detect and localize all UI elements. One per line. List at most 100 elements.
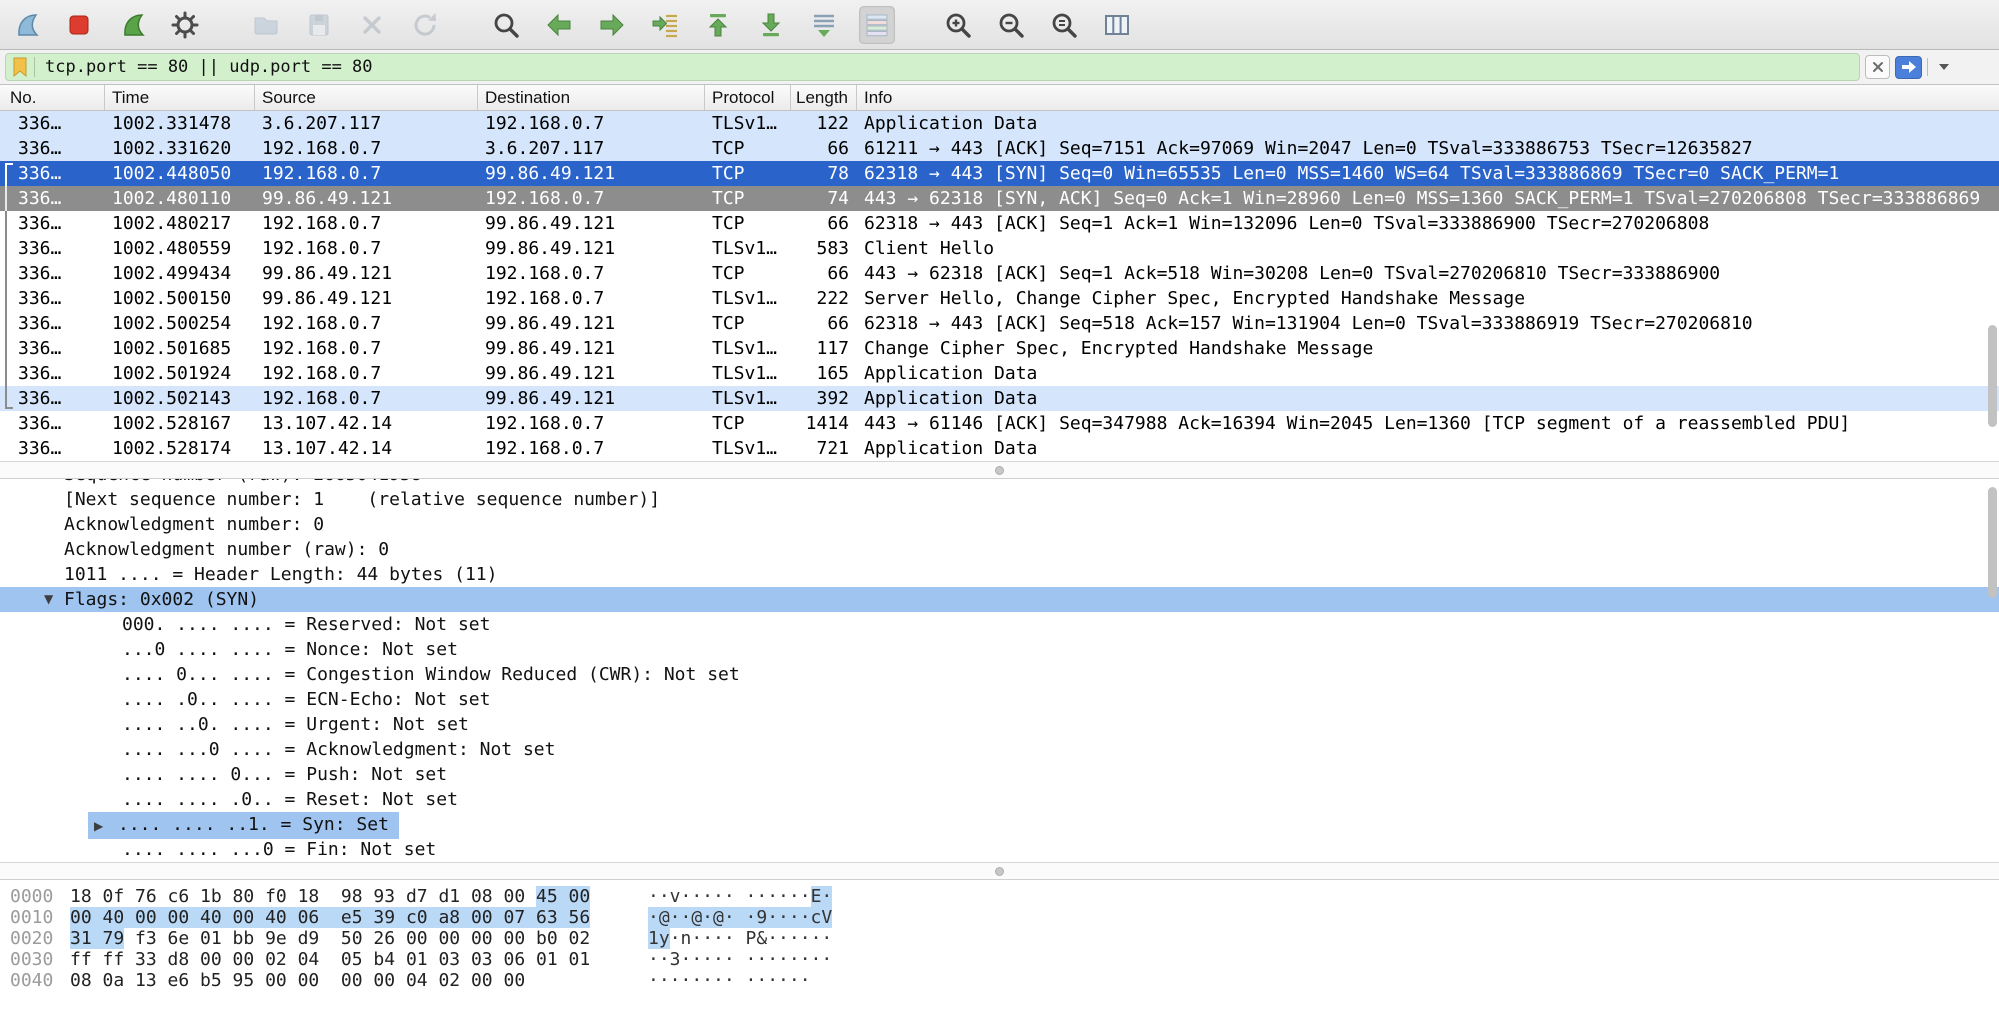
packet-row[interactable]: 336…1002.501685192.168.0.799.86.49.121TL… <box>0 336 1999 361</box>
pane-splitter-lower[interactable] <box>0 862 1999 880</box>
detail-row[interactable]: .... .... ...0 = Fin: Not set <box>0 837 1999 862</box>
detail-row[interactable]: 000. .... .... = Reserved: Not set <box>0 612 1999 637</box>
stop-icon <box>64 10 94 40</box>
zoom-out-icon <box>996 10 1026 40</box>
hex-row[interactable]: 002031 79 f3 6e 01 bb 9e d9 50 26 00 00 … <box>0 928 1999 949</box>
column-header-length[interactable]: Length <box>791 85 857 110</box>
packet-cell-time: 1002.331478 <box>105 111 255 136</box>
detail-row[interactable]: ▶.... .... ..1. = Syn: Set <box>0 812 1999 837</box>
packet-cell-no: 336… <box>0 136 105 161</box>
packet-row[interactable]: 336…1002.3314783.6.207.117192.168.0.7TLS… <box>0 111 1999 136</box>
packet-cell-no: 336… <box>0 311 105 336</box>
detail-row[interactable]: .... .0.. .... = ECN-Echo: Not set <box>0 687 1999 712</box>
packet-cell-destination: 99.86.49.121 <box>478 236 705 261</box>
zoom-original-button[interactable] <box>1046 6 1082 44</box>
open-file-button[interactable] <box>248 6 284 44</box>
hex-row[interactable]: 004008 0a 13 e6 b5 95 00 00 00 00 04 02 … <box>0 970 1999 991</box>
clear-x-icon <box>1871 60 1885 74</box>
packet-row[interactable]: 336…1002.480217192.168.0.799.86.49.121TC… <box>0 211 1999 236</box>
filter-apply-button[interactable] <box>1895 56 1922 79</box>
packet-cell-no: 336… <box>0 211 105 236</box>
packet-row[interactable]: 336…1002.501924192.168.0.799.86.49.121TL… <box>0 361 1999 386</box>
packet-cell-protocol: TCP <box>705 311 791 336</box>
detail-row[interactable]: .... .... .0.. = Reset: Not set <box>0 787 1999 812</box>
packet-row[interactable]: 336…1002.50015099.86.49.121192.168.0.7TL… <box>0 286 1999 311</box>
last-packet-button[interactable] <box>753 6 789 44</box>
packet-row[interactable]: 336…1002.448050192.168.0.799.86.49.121TC… <box>0 161 1999 186</box>
filter-clear-button[interactable] <box>1865 55 1890 79</box>
detail-row[interactable]: .... 0... .... = Congestion Window Reduc… <box>0 662 1999 687</box>
expander-icon[interactable]: ▼ <box>44 587 53 612</box>
hex-offset: 0000 <box>10 886 53 907</box>
packet-row[interactable]: 336…1002.52817413.107.42.14192.168.0.7TL… <box>0 436 1999 461</box>
pane-splitter-upper[interactable] <box>0 461 1999 479</box>
splitter-handle-icon <box>995 466 1004 475</box>
detail-text: 1011 .... = Header Length: 44 bytes (11) <box>64 564 497 585</box>
hex-row[interactable]: 0030ff ff 33 d8 00 00 02 04 05 b4 01 03 … <box>0 949 1999 970</box>
detail-text: .... .... 0... = Push: Not set <box>122 764 447 785</box>
detail-row[interactable]: ...0 .... .... = Nonce: Not set <box>0 637 1999 662</box>
detail-row[interactable]: Acknowledgment number: 0 <box>0 512 1999 537</box>
save-file-button[interactable] <box>301 6 337 44</box>
display-filter-input[interactable]: tcp.port == 80 || udp.port == 80 <box>5 53 1860 81</box>
restart-capture-button[interactable] <box>114 6 150 44</box>
packet-cell-destination: 99.86.49.121 <box>478 211 705 236</box>
packet-cell-time: 1002.501685 <box>105 336 255 361</box>
find-packet-button[interactable] <box>488 6 524 44</box>
packet-cell-time: 1002.331620 <box>105 136 255 161</box>
packet-cell-length: 74 <box>791 186 857 211</box>
detail-row[interactable]: ▼Flags: 0x002 (SYN) <box>0 587 1999 612</box>
filter-dropdown-button[interactable] <box>1933 55 1955 79</box>
zoom-in-button[interactable] <box>940 6 976 44</box>
packet-cell-source: 192.168.0.7 <box>255 211 478 236</box>
packet-row[interactable]: 336…1002.502143192.168.0.799.86.49.121TL… <box>0 386 1999 411</box>
start-capture-button[interactable] <box>8 6 44 44</box>
hex-ascii: ··3····· ········ <box>648 949 832 970</box>
packet-cell-info: Change Cipher Spec, Encrypted Handshake … <box>857 336 1999 361</box>
detail-row[interactable]: .... .... 0... = Push: Not set <box>0 762 1999 787</box>
packet-row[interactable]: 336…1002.48011099.86.49.121192.168.0.7TC… <box>0 186 1999 211</box>
filter-bookmark-icon[interactable] <box>6 57 34 77</box>
conversation-marker <box>5 336 7 361</box>
column-header-no[interactable]: No. <box>0 85 105 110</box>
detail-row[interactable]: 1011 .... = Header Length: 44 bytes (11) <box>0 562 1999 587</box>
reload-file-button[interactable] <box>407 6 443 44</box>
expander-icon[interactable]: ▶ <box>94 814 118 839</box>
stop-capture-button[interactable] <box>61 6 97 44</box>
column-header-source[interactable]: Source <box>255 85 478 110</box>
resize-columns-button[interactable] <box>1099 6 1135 44</box>
hex-row[interactable]: 000018 0f 76 c6 1b 80 f0 18 98 93 d7 d1 … <box>0 886 1999 907</box>
detail-row[interactable]: [Next sequence number: 1 (relative seque… <box>0 487 1999 512</box>
packet-cell-length: 165 <box>791 361 857 386</box>
close-file-button[interactable] <box>354 6 390 44</box>
detail-row[interactable]: .... ..0. .... = Urgent: Not set <box>0 712 1999 737</box>
colorize-button[interactable] <box>859 6 895 44</box>
go-back-button[interactable] <box>541 6 577 44</box>
column-header-info[interactable]: Info <box>857 85 1999 110</box>
column-header-destination[interactable]: Destination <box>478 85 705 110</box>
packet-row[interactable]: 336…1002.49943499.86.49.121192.168.0.7TC… <box>0 261 1999 286</box>
packet-row[interactable]: 336…1002.500254192.168.0.799.86.49.121TC… <box>0 311 1999 336</box>
go-forward-button[interactable] <box>594 6 630 44</box>
zoom-out-button[interactable] <box>993 6 1029 44</box>
packet-cell-time: 1002.480217 <box>105 211 255 236</box>
capture-options-button[interactable] <box>167 6 203 44</box>
packet-cell-source: 99.86.49.121 <box>255 286 478 311</box>
column-header-time[interactable]: Time <box>105 85 255 110</box>
packet-row[interactable]: 336…1002.52816713.107.42.14192.168.0.7TC… <box>0 411 1999 436</box>
packet-list-header: No. Time Source Destination Protocol Len… <box>0 85 1999 111</box>
details-scrollbar-thumb[interactable] <box>1988 487 1997 598</box>
go-to-packet-button[interactable] <box>647 6 683 44</box>
save-icon <box>304 10 334 40</box>
detail-row[interactable]: Sequence number (raw): 2665041958 <box>0 479 1999 487</box>
first-packet-button[interactable] <box>700 6 736 44</box>
column-header-protocol[interactable]: Protocol <box>705 85 791 110</box>
auto-scroll-button[interactable] <box>806 6 842 44</box>
packet-row[interactable]: 336…1002.331620192.168.0.73.6.207.117TCP… <box>0 136 1999 161</box>
detail-row[interactable]: .... ...0 .... = Acknowledgment: Not set <box>0 737 1999 762</box>
detail-row[interactable]: Acknowledgment number (raw): 0 <box>0 537 1999 562</box>
packet-row[interactable]: 336…1002.480559192.168.0.799.86.49.121TL… <box>0 236 1999 261</box>
packet-cell-info: 62318 → 443 [SYN] Seq=0 Win=65535 Len=0 … <box>857 161 1999 186</box>
hex-row[interactable]: 001000 40 00 00 40 00 40 06 e5 39 c0 a8 … <box>0 907 1999 928</box>
packet-list-scrollbar-thumb[interactable] <box>1988 325 1997 427</box>
